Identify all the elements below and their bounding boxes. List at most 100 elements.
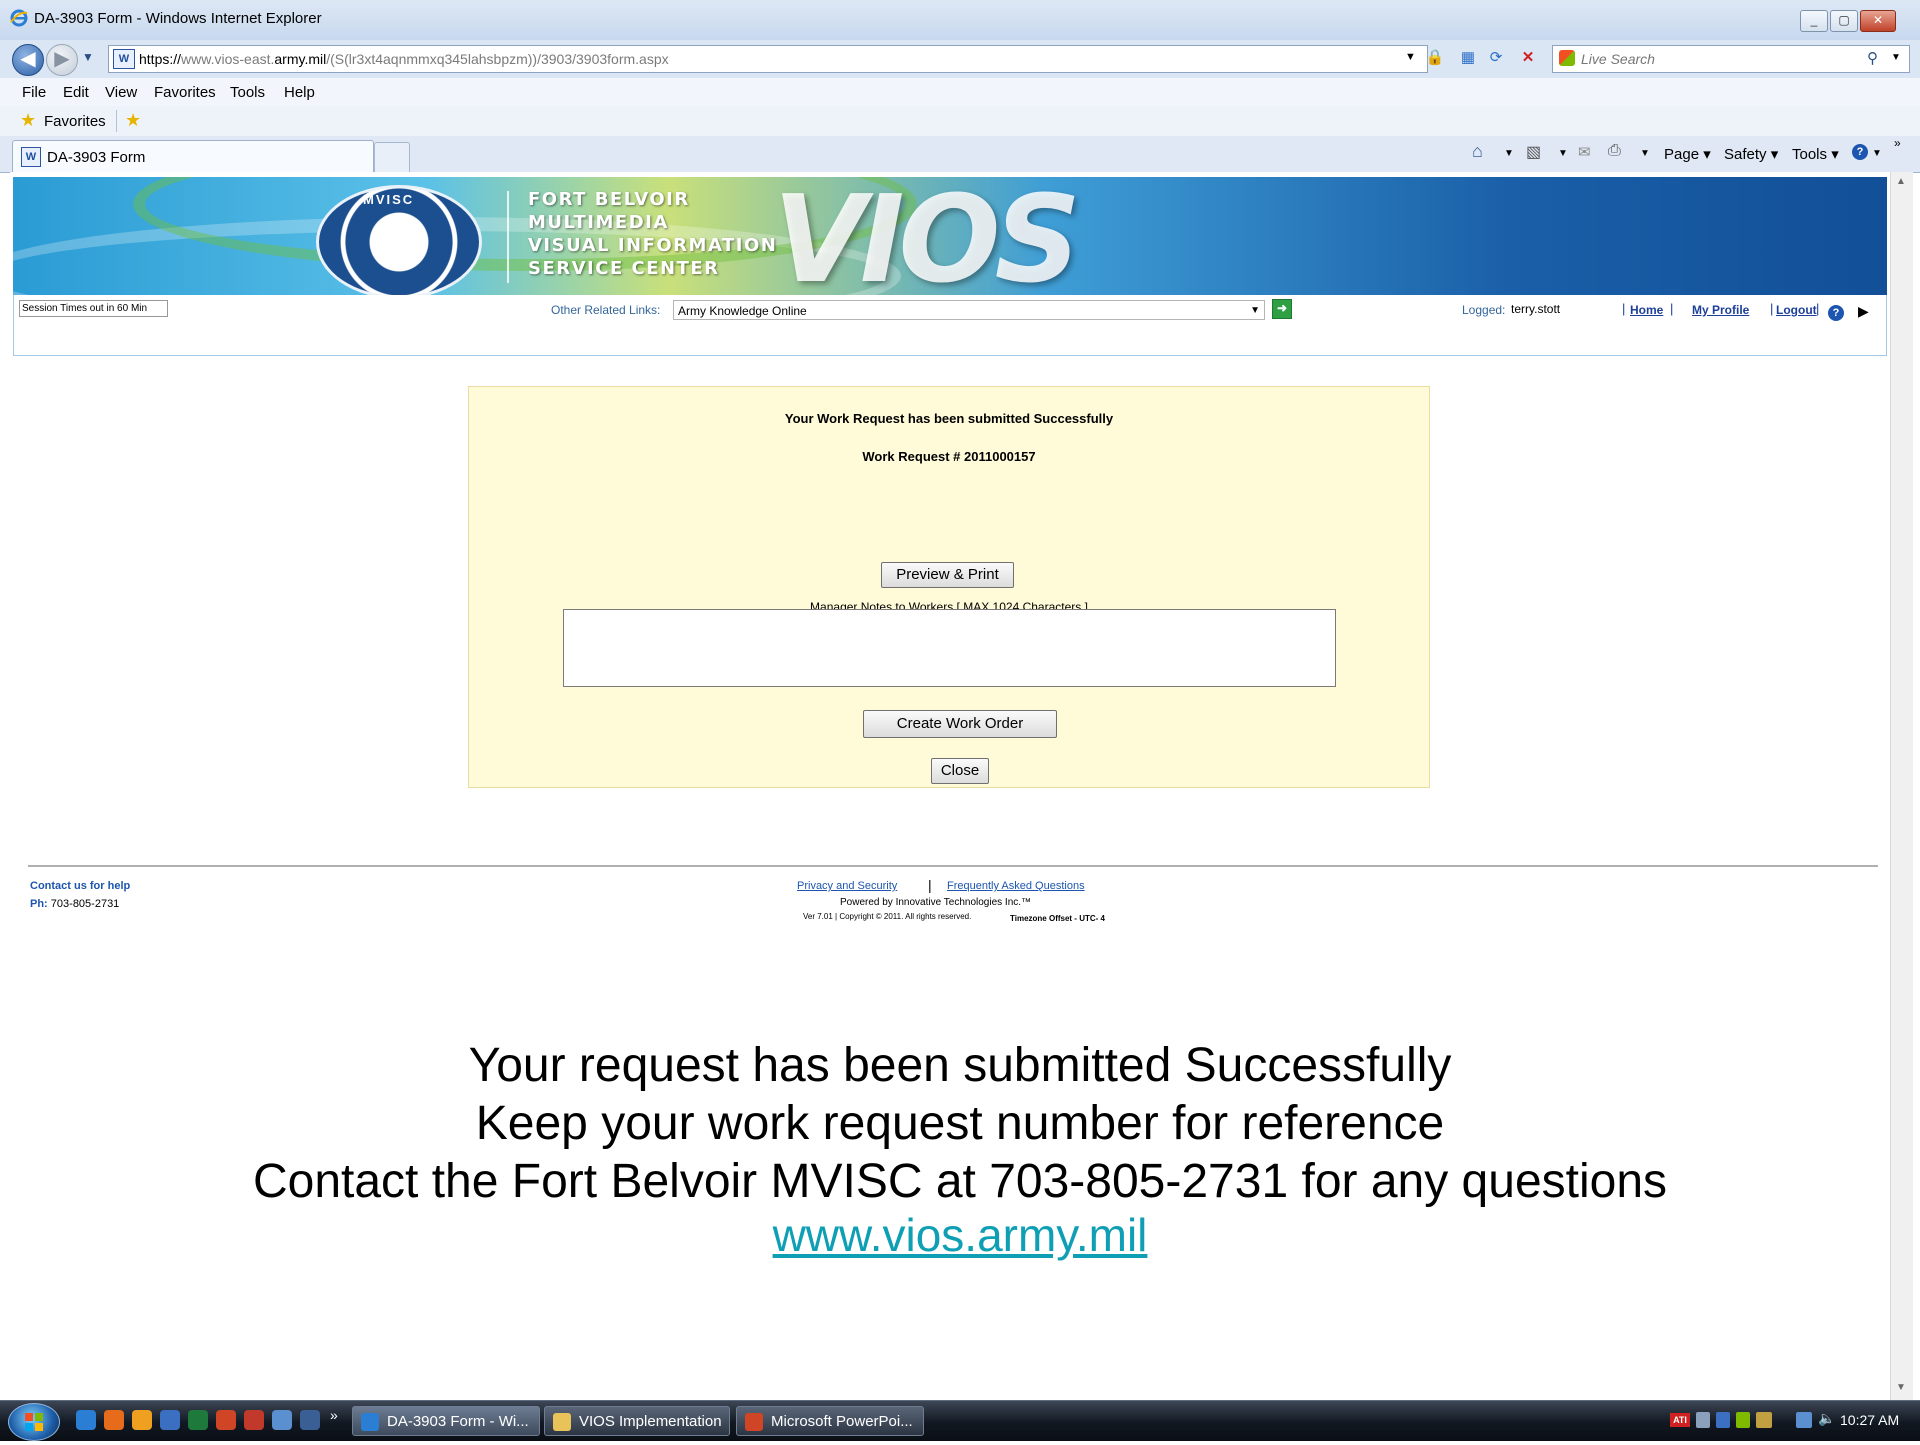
tray-card-icon[interactable] bbox=[1756, 1412, 1772, 1428]
scroll-down-icon[interactable]: ▼ bbox=[1896, 1382, 1906, 1393]
search-dropdown-icon[interactable]: ▼ bbox=[1891, 52, 1901, 63]
new-tab-button[interactable] bbox=[374, 142, 410, 173]
menu-edit[interactable]: Edit bbox=[63, 84, 89, 101]
menu-file[interactable]: File bbox=[22, 84, 46, 101]
tools-menu[interactable]: Tools ▾ bbox=[1792, 145, 1839, 163]
add-favorite-icon[interactable]: ★ bbox=[125, 110, 141, 131]
task-powerpoint[interactable]: Microsoft PowerPoi... bbox=[736, 1406, 924, 1436]
ql-outlook-icon[interactable] bbox=[132, 1410, 152, 1430]
address-bar[interactable]: W https://www.vios-east.army.mil/(S(lr3x… bbox=[108, 45, 1428, 73]
help-dropdown-icon[interactable]: ▼ bbox=[1872, 148, 1882, 159]
mail-icon[interactable]: ✉ bbox=[1578, 143, 1591, 161]
search-placeholder: Live Search bbox=[1581, 51, 1655, 67]
ati-icon[interactable]: ATI bbox=[1670, 1413, 1690, 1427]
print-icon[interactable]: ⎙ bbox=[1608, 142, 1621, 160]
menu-tools[interactable]: Tools bbox=[230, 84, 265, 101]
seal-text: MVISC bbox=[363, 192, 415, 207]
network-icon[interactable] bbox=[1796, 1412, 1812, 1428]
compatibility-icon[interactable]: ▦ bbox=[1458, 47, 1478, 69]
ql-acrobat-icon[interactable] bbox=[244, 1410, 264, 1430]
ql-overflow-icon[interactable]: » bbox=[330, 1407, 338, 1423]
start-button[interactable] bbox=[8, 1403, 60, 1441]
success-message: Your Work Request has been submitted Suc… bbox=[784, 411, 1114, 426]
footer-divider bbox=[28, 865, 1878, 867]
home-link[interactable]: Home bbox=[1630, 303, 1663, 317]
task-vios-folder[interactable]: VIOS Implementation bbox=[544, 1406, 730, 1436]
menu-view[interactable]: View bbox=[105, 84, 137, 101]
faq-link[interactable]: Frequently Asked Questions bbox=[947, 880, 1085, 892]
work-request-number: Work Request # 2011000157 bbox=[862, 449, 1036, 464]
powerpoint-icon bbox=[745, 1413, 763, 1431]
print-dropdown-icon[interactable]: ▼ bbox=[1640, 148, 1650, 159]
url-host-bold: army.mil bbox=[274, 51, 327, 67]
back-button[interactable]: ◀ bbox=[12, 44, 44, 76]
menu-favorites[interactable]: Favorites bbox=[154, 84, 216, 101]
search-icon[interactable]: ⚲ bbox=[1867, 49, 1878, 67]
maximize-button[interactable]: ▢ bbox=[1830, 10, 1858, 32]
select-arrow-icon: ▼ bbox=[1250, 305, 1260, 316]
caption-line-2: Keep your work request number for refere… bbox=[475, 1097, 1445, 1150]
minimize-button[interactable]: _ bbox=[1800, 10, 1828, 32]
windows-taskbar: » DA-3903 Form - Wi... VIOS Implementati… bbox=[0, 1400, 1920, 1441]
forward-button[interactable]: ▶ bbox=[46, 44, 78, 76]
refresh-icon[interactable]: ⟳ bbox=[1486, 47, 1506, 69]
other-links-select[interactable]: Army Knowledge Online ▼ bbox=[673, 300, 1265, 320]
stop-icon[interactable]: ✕ bbox=[1518, 47, 1538, 69]
volume-icon[interactable]: 🔈 bbox=[1818, 1410, 1835, 1427]
ie-help-icon[interactable]: ? bbox=[1852, 144, 1868, 160]
recent-pages-icon[interactable]: ▼ bbox=[82, 50, 94, 64]
feeds-icon[interactable]: ▧ bbox=[1526, 142, 1541, 162]
ql-powerpoint-icon[interactable] bbox=[216, 1410, 236, 1430]
confirmation-panel: Your Work Request has been submitted Suc… bbox=[468, 386, 1430, 788]
page-menu[interactable]: Page ▾ bbox=[1664, 145, 1711, 163]
close-button[interactable]: Close bbox=[931, 758, 989, 784]
lock-icon[interactable]: 🔒 bbox=[1425, 47, 1445, 69]
footer-separator: | bbox=[928, 877, 932, 893]
vios-logo: VIOS bbox=[773, 177, 1081, 295]
other-links-label: Other Related Links: bbox=[551, 303, 661, 317]
link-separator: | bbox=[1622, 301, 1626, 316]
menu-help[interactable]: Help bbox=[284, 84, 315, 101]
live-search-logo-icon bbox=[1559, 50, 1575, 66]
windows-logo-icon bbox=[25, 1413, 43, 1431]
tab-da3903[interactable]: W DA-3903 Form bbox=[12, 140, 374, 173]
address-dropdown-icon[interactable]: ▼ bbox=[1405, 51, 1416, 63]
mvisc-seal-icon: MVISC bbox=[316, 185, 482, 295]
banner-divider bbox=[507, 191, 509, 283]
feeds-dropdown-icon[interactable]: ▼ bbox=[1558, 148, 1568, 159]
preview-print-button[interactable]: Preview & Print bbox=[881, 562, 1014, 588]
logout-link[interactable]: Logout bbox=[1776, 303, 1817, 317]
help-icon[interactable]: ? bbox=[1828, 305, 1844, 321]
vios-site-link[interactable]: www.vios.army.mil bbox=[0, 1208, 1920, 1262]
privacy-security-link[interactable]: Privacy and Security bbox=[797, 880, 897, 892]
tray-tool-icon[interactable] bbox=[1696, 1412, 1710, 1428]
logged-user: terry.stott bbox=[1511, 302, 1561, 316]
ql-ie-icon[interactable] bbox=[76, 1410, 96, 1430]
task-ie[interactable]: DA-3903 Form - Wi... bbox=[352, 1406, 540, 1436]
taskbar-clock[interactable]: 10:27 AM bbox=[1840, 1412, 1899, 1428]
expand-arrow-icon[interactable]: ▶ bbox=[1858, 303, 1869, 320]
scroll-up-icon[interactable]: ▲ bbox=[1896, 176, 1906, 187]
ql-word-icon[interactable] bbox=[160, 1410, 180, 1430]
shield-icon[interactable] bbox=[1716, 1412, 1730, 1428]
favorites-button[interactable]: Favorites bbox=[44, 113, 106, 130]
logged-label: Logged: bbox=[1462, 303, 1506, 317]
my-profile-link[interactable]: My Profile bbox=[1692, 303, 1749, 317]
safety-menu[interactable]: Safety ▾ bbox=[1724, 145, 1778, 163]
home-icon[interactable]: ⌂ bbox=[1472, 141, 1483, 162]
ql-excel-icon[interactable] bbox=[188, 1410, 208, 1430]
chevron-overflow-icon[interactable]: » bbox=[1894, 136, 1901, 150]
search-box[interactable]: Live Search ⚲ ▼ bbox=[1552, 45, 1910, 73]
version-text: Ver 7.01 | Copyright © 2011. All rights … bbox=[803, 912, 972, 921]
contact-help-text: Contact us for help bbox=[30, 880, 131, 892]
close-window-button[interactable]: ✕ bbox=[1860, 10, 1896, 32]
address-url: https://www.vios-east.army.mil/(S(lr3xt4… bbox=[139, 51, 669, 67]
tray-app-icon[interactable] bbox=[1736, 1412, 1750, 1428]
ql-desktop-icon[interactable] bbox=[272, 1410, 292, 1430]
create-work-order-button[interactable]: Create Work Order bbox=[863, 710, 1057, 738]
go-arrow-button[interactable]: ➜ bbox=[1272, 299, 1292, 319]
manager-notes-textarea[interactable] bbox=[563, 609, 1336, 687]
ql-firefox-icon[interactable] bbox=[104, 1410, 124, 1430]
ql-switch-icon[interactable] bbox=[300, 1410, 320, 1430]
home-dropdown-icon[interactable]: ▼ bbox=[1504, 148, 1514, 159]
